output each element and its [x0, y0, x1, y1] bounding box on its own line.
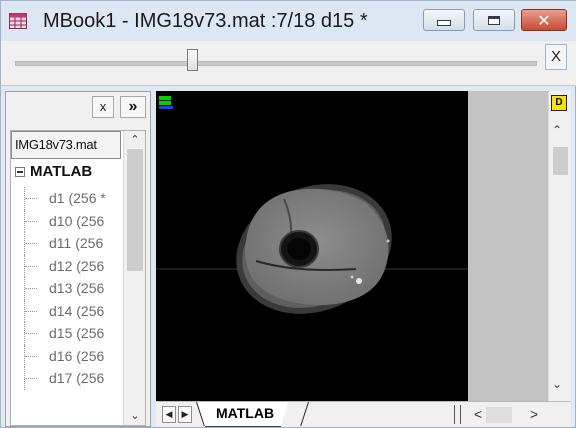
dataset-tree: IMG18v73.mat MATLAB d1 (256 * d10 (256 d…	[10, 130, 146, 426]
tree-scrollbar[interactable]: ⌃ ⌄	[123, 131, 145, 425]
window-title: MBook1 - IMG18v73.mat :7/18 d15 *	[43, 10, 368, 32]
tree-root-label: MATLAB	[30, 163, 93, 180]
tree-item[interactable]: d14 (256	[11, 299, 123, 323]
minimize-icon	[437, 20, 451, 26]
scroll-up-icon[interactable]: ⌃	[552, 123, 562, 137]
scroll-left-icon[interactable]: <	[474, 406, 482, 422]
maximize-icon	[488, 15, 500, 25]
grid-book-icon	[9, 13, 27, 29]
scroll-up-icon[interactable]: ⌃	[124, 131, 145, 149]
next-sheet-button[interactable]: ▶	[178, 406, 192, 423]
collapse-icon[interactable]	[15, 167, 25, 177]
empty-viewport	[468, 91, 548, 401]
scroll-right-icon[interactable]: >	[530, 406, 538, 422]
scroll-down-icon[interactable]: ⌄	[124, 407, 145, 425]
tab-matlab[interactable]: MATLAB	[198, 402, 289, 427]
close-icon: ✕	[537, 10, 551, 30]
tree-scroll-thumb[interactable]	[127, 149, 143, 271]
slider-close-button[interactable]: X	[545, 44, 567, 70]
viewer-vertical-scrollbar[interactable]: D ⌃ ⌄	[548, 91, 571, 401]
panel-close-button[interactable]: x	[92, 96, 114, 118]
prev-sheet-button[interactable]: ◀	[162, 406, 176, 423]
data-connector-icon[interactable]: D	[551, 95, 567, 111]
app-window: MBook1 - IMG18v73.mat :7/18 d15 * ✕ X x …	[0, 0, 576, 428]
frame-slider-track[interactable]	[15, 61, 537, 66]
tree-root-matlab[interactable]: MATLAB	[15, 161, 92, 183]
close-button[interactable]: ✕	[521, 9, 567, 31]
title-bar[interactable]: MBook1 - IMG18v73.mat :7/18 d15 * ✕	[1, 1, 576, 41]
tree-item-list: d1 (256 * d10 (256 d11 (256 d12 (256 d13…	[11, 187, 123, 390]
tree-item[interactable]: d12 (256	[11, 254, 123, 278]
tree-item[interactable]: d1 (256 *	[11, 187, 123, 210]
tree-item[interactable]: d17 (256	[11, 367, 123, 390]
tree-item[interactable]: d15 (256	[11, 322, 123, 345]
image-viewer[interactable]	[156, 91, 468, 401]
scroll-down-icon[interactable]: ⌄	[552, 377, 562, 391]
mri-thigh-slice	[156, 184, 468, 314]
panel-expand-button[interactable]: »	[120, 96, 146, 118]
maximize-button[interactable]	[473, 9, 515, 31]
minimize-button[interactable]	[423, 9, 465, 31]
viewer-scroll-thumb[interactable]	[553, 147, 568, 175]
horizontal-scroll-thumb[interactable]	[486, 407, 512, 423]
frame-slider-bar: X	[1, 41, 576, 86]
split-handle[interactable]	[454, 405, 461, 424]
tree-item[interactable]: d10 (256	[11, 209, 123, 233]
tree-item[interactable]: d11 (256	[11, 232, 123, 255]
tab-edge	[300, 402, 309, 426]
sheet-tab-bar: ◀ ▶ MATLAB < >	[156, 401, 571, 427]
file-browser-panel: x » IMG18v73.mat MATLAB d1 (256 * d10 (2…	[5, 91, 151, 427]
tree-header[interactable]: IMG18v73.mat	[11, 131, 121, 159]
frame-slider-thumb[interactable]	[187, 49, 198, 71]
tree-item[interactable]: d16 (256	[11, 344, 123, 368]
tree-item[interactable]: d13 (256	[11, 277, 123, 300]
